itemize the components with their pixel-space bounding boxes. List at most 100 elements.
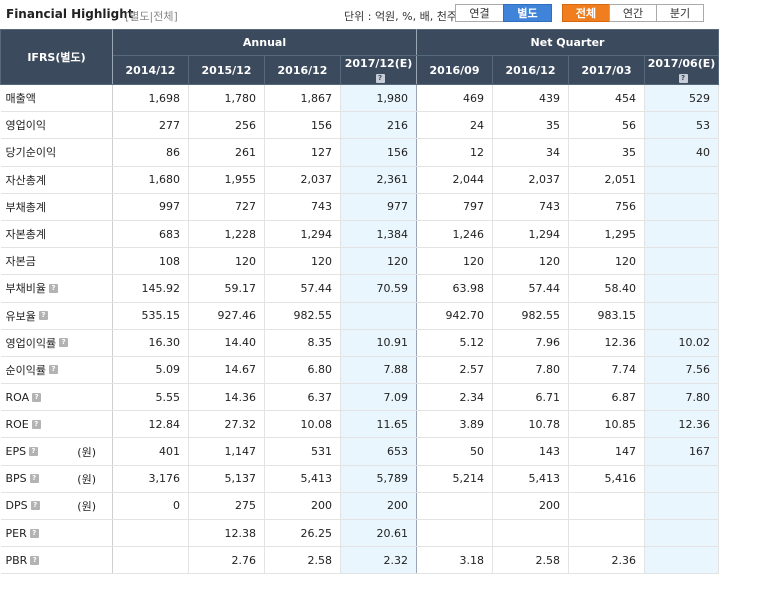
row-label: 영업이익률 bbox=[5, 336, 57, 350]
help-icon[interactable]: ? bbox=[48, 283, 58, 293]
value-cell: 277 bbox=[112, 111, 189, 140]
value-cell: 10.08 bbox=[264, 410, 341, 439]
table-body: 매출액 1,698 1,780 1,867 1,980 469 439 454 529 영업이익 2… bbox=[0, 84, 720, 575]
value-cell bbox=[644, 302, 720, 330]
value-cell: 200 bbox=[264, 492, 341, 521]
help-icon[interactable]: ? bbox=[29, 447, 39, 457]
table-row: ROA? 5.55 14.36 6.37 7.09 2.34 6.71 6.87 7.80 bbox=[0, 383, 720, 412]
all-period-button[interactable]: 전체 bbox=[562, 4, 610, 22]
help-icon[interactable]: ? bbox=[59, 338, 69, 348]
value-cell: 535.15 bbox=[112, 302, 189, 330]
column-header: 2016/12 bbox=[264, 55, 341, 85]
value-cell bbox=[568, 519, 646, 548]
column-header-label: 2017/12(E) bbox=[344, 57, 413, 70]
value-cell bbox=[416, 492, 494, 521]
row-label-cell: ROA? bbox=[0, 383, 113, 412]
table-row: 순이익률? 5.09 14.67 6.80 7.88 2.57 7.80 7.74 7.56 bbox=[0, 356, 720, 385]
separate-button[interactable]: 별도 bbox=[503, 4, 552, 22]
column-header-label: 2016/12 bbox=[277, 63, 328, 77]
value-cell: 200 bbox=[492, 492, 570, 521]
value-cell bbox=[644, 166, 720, 194]
value-cell: 10.85 bbox=[568, 410, 646, 439]
value-cell: 143 bbox=[492, 437, 570, 466]
table-row: BPS? (원) 3,176 5,137 5,413 5,789 5,214 5,413 5,4… bbox=[0, 465, 720, 493]
value-cell: 1,384 bbox=[340, 220, 418, 249]
value-cell: 2.32 bbox=[340, 546, 418, 575]
help-icon[interactable]: ? bbox=[30, 555, 40, 565]
value-cell: 7.88 bbox=[340, 356, 418, 385]
help-icon[interactable]: ? bbox=[678, 74, 688, 83]
table-row: EPS? (원) 401 1,147 531 653 50 143 147 167 bbox=[0, 437, 720, 466]
value-cell bbox=[644, 546, 720, 575]
value-cell: 63.98 bbox=[416, 274, 494, 303]
value-cell: 86 bbox=[112, 138, 189, 167]
help-icon[interactable]: ? bbox=[38, 311, 48, 321]
value-cell bbox=[568, 492, 646, 521]
value-cell: 10.91 bbox=[340, 329, 418, 357]
value-cell: 743 bbox=[264, 193, 341, 221]
value-cell bbox=[112, 546, 189, 575]
value-cell: 50 bbox=[416, 437, 494, 466]
value-cell: 10.78 bbox=[492, 410, 570, 439]
value-cell: 6.37 bbox=[264, 383, 341, 412]
row-label-cell: EPS? (원) bbox=[0, 437, 113, 466]
table-row: 부채총계 997 727 743 977 797 743 756 bbox=[0, 193, 720, 221]
quarterly-button[interactable]: 분기 bbox=[656, 4, 704, 22]
table-row: 영업이익률? 16.30 14.40 8.35 10.91 5.12 7.96 12.36 10… bbox=[0, 329, 720, 357]
value-cell: 2.34 bbox=[416, 383, 494, 412]
value-cell: 156 bbox=[340, 138, 418, 167]
consolidated-button[interactable]: 연결 bbox=[455, 4, 504, 22]
table-row: 유보율? 535.15 927.46 982.55 942.70 982.55 983.15 bbox=[0, 302, 720, 330]
column-header: 2017/03 bbox=[568, 55, 646, 85]
row-label-cell: 부채비율? bbox=[0, 274, 113, 303]
value-cell: 1,294 bbox=[492, 220, 570, 249]
value-cell: 2,044 bbox=[416, 166, 494, 194]
help-icon[interactable]: ? bbox=[48, 365, 58, 375]
quarter-group-header: Net Quarter bbox=[416, 29, 720, 56]
value-cell: 2,037 bbox=[264, 166, 341, 194]
value-cell: 108 bbox=[112, 247, 189, 276]
financial-highlight-table: IFRS(별도) Annual Net Quarter 2014/12 2015/… bbox=[0, 29, 720, 575]
section-subtitle: [별도|전체] bbox=[125, 10, 178, 23]
value-cell: 2.57 bbox=[416, 356, 494, 385]
help-icon[interactable]: ? bbox=[375, 74, 385, 83]
value-cell: 2,051 bbox=[568, 166, 646, 194]
value-cell: 727 bbox=[188, 193, 265, 221]
value-cell: 1,294 bbox=[264, 220, 341, 249]
value-cell: 2.36 bbox=[568, 546, 646, 575]
row-label: PBR bbox=[5, 553, 28, 567]
value-cell: 120 bbox=[188, 247, 265, 276]
help-icon[interactable]: ? bbox=[32, 392, 42, 402]
value-cell: 1,780 bbox=[188, 84, 265, 113]
value-cell: 58.40 bbox=[568, 274, 646, 303]
annual-button[interactable]: 연간 bbox=[609, 4, 657, 22]
help-icon[interactable]: ? bbox=[31, 419, 41, 429]
value-cell: 40 bbox=[644, 138, 720, 167]
column-header: 2017/12(E)? bbox=[339, 55, 418, 85]
row-label: 영업이익 bbox=[5, 119, 46, 133]
value-cell: 942.70 bbox=[416, 302, 494, 330]
help-icon[interactable]: ? bbox=[30, 501, 40, 511]
highlight-header: Financial Highlight [별도|전체] 단위 : 억원, %, … bbox=[0, 0, 773, 28]
value-cell: 927.46 bbox=[188, 302, 265, 330]
value-cell: 14.36 bbox=[188, 383, 265, 412]
value-cell: 7.96 bbox=[492, 329, 570, 357]
value-cell: 120 bbox=[340, 247, 418, 276]
value-cell: 7.56 bbox=[644, 356, 720, 385]
column-header-label: 2017/03 bbox=[581, 63, 632, 77]
value-cell: 982.55 bbox=[264, 302, 341, 330]
help-icon[interactable]: ? bbox=[29, 528, 39, 538]
value-cell: 5,214 bbox=[416, 465, 494, 493]
help-icon[interactable]: ? bbox=[29, 474, 39, 484]
row-label: ROE bbox=[5, 417, 29, 431]
value-cell: 35 bbox=[492, 111, 570, 140]
value-cell: 57.44 bbox=[264, 274, 341, 303]
value-cell: 1,147 bbox=[188, 437, 265, 466]
basis-toggle: 연결 별도 bbox=[455, 4, 552, 22]
value-cell: 200 bbox=[340, 492, 418, 521]
value-cell: 5.09 bbox=[112, 356, 189, 385]
row-label: 매출액 bbox=[5, 92, 36, 106]
value-cell: 216 bbox=[340, 111, 418, 140]
value-cell: 1,698 bbox=[112, 84, 189, 113]
table-row: PER? 12.38 26.25 20.61 bbox=[0, 519, 720, 548]
